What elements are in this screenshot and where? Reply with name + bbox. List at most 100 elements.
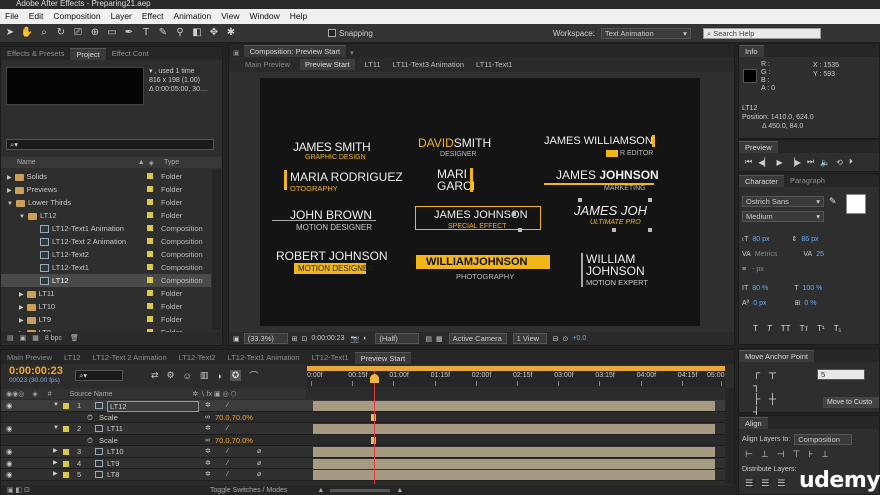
quality-icon[interactable]: ∕ <box>227 446 228 457</box>
nav-main-preview[interactable]: Main Preview <box>245 60 290 69</box>
project-item[interactable]: ▶ LT9 Folder <box>1 313 211 326</box>
lt-i-handle[interactable] <box>612 228 616 232</box>
frame-blending-icon[interactable]: ▥ <box>200 370 209 381</box>
chevron-right-icon[interactable]: ▶ <box>19 318 24 324</box>
tab-lt12-text1-animation[interactable]: LT12-Text1 Animation <box>222 352 306 364</box>
tab-info[interactable]: Info <box>739 45 764 57</box>
tab-move-anchor-point[interactable]: Move Anchor Point <box>739 350 814 362</box>
current-time-display[interactable]: 0:00:00:23 <box>311 335 344 342</box>
chevron-right-icon[interactable]: ▶ <box>53 458 58 469</box>
fast-previews-icon[interactable]: ▤ <box>425 335 432 343</box>
menu-window[interactable]: Window <box>245 9 285 24</box>
draft-3d-icon[interactable]: ⚙ <box>167 370 175 381</box>
eye-icon[interactable]: ◉ <box>6 400 13 411</box>
project-item[interactable]: ▶ Previews Folder <box>1 183 211 196</box>
workspace-dropdown[interactable]: Text Animation ▾ <box>600 27 691 39</box>
faux-italic-button[interactable]: T <box>767 324 772 333</box>
collapse-transform-icon[interactable]: ✲ <box>205 446 211 457</box>
tab-effects-presets[interactable]: Effects & Presets <box>1 48 70 60</box>
menu-animation[interactable]: Animation <box>168 9 216 24</box>
search-help-input[interactable]: ⌕ Search Help <box>702 27 821 39</box>
eraser-tool-icon[interactable]: ◧ <box>190 26 204 40</box>
chevron-right-icon[interactable]: ▶ <box>7 188 12 194</box>
label-color-swatch[interactable] <box>147 212 153 218</box>
nav-lt11-text3-animation[interactable]: LT11-Text3 Animation <box>393 60 464 69</box>
scale-value[interactable]: 70.0,70.0% <box>215 435 253 446</box>
timeline-scrollbar[interactable] <box>725 388 734 484</box>
zoom-in-icon[interactable]: ▲ <box>396 487 403 494</box>
move-to-custom-button[interactable]: Move to Custo <box>823 397 879 408</box>
exposure-value[interactable]: +0.0 <box>572 335 586 342</box>
tab-lt12-text1[interactable]: LT12-Text1 <box>306 352 355 364</box>
subscript-button[interactable]: T₁ <box>834 324 842 333</box>
rectangle-tool-icon[interactable]: ▭ <box>105 26 119 40</box>
align-bottom-icon[interactable]: ⊥ <box>821 449 829 460</box>
align-to-dropdown[interactable]: Composition <box>794 434 853 445</box>
align-top-icon[interactable]: ⊤ <box>793 449 801 460</box>
zoom-slider[interactable] <box>330 488 391 492</box>
lock-icon[interactable]: ▣ <box>229 49 244 57</box>
project-item[interactable]: ▶ LT11 Folder <box>1 287 211 300</box>
menu-help[interactable]: Help <box>285 9 312 24</box>
vertical-scale-value[interactable]: 80 % <box>752 281 768 296</box>
eye-icon[interactable]: ◉ <box>6 446 13 457</box>
tab-lt12[interactable]: LT12 <box>58 352 87 364</box>
chevron-down-icon[interactable]: ▾ <box>346 49 358 57</box>
fx-icon[interactable]: ⌀ <box>257 458 261 469</box>
layer-row[interactable]: ◉ ▶ 3 LT10 ✲ ∕ ⌀ <box>1 446 725 458</box>
resolution-dropdown[interactable]: (Half) <box>375 333 420 344</box>
roto-tool-icon[interactable]: ✥ <box>207 26 221 40</box>
view-layout-dropdown[interactable]: 1 View <box>512 333 547 344</box>
collapse-transform-icon[interactable]: ✲ <box>205 469 211 480</box>
first-frame-icon[interactable]: ⏮ <box>745 157 752 167</box>
project-item[interactable]: LT12-Text1 Composition <box>1 261 211 274</box>
chevron-down-icon[interactable]: ▼ <box>19 214 25 220</box>
distribute-vcenter-icon[interactable]: ☰ <box>761 478 769 489</box>
font-family-dropdown[interactable]: Ostrich Sans ▾ <box>742 196 824 207</box>
lt-i-handle[interactable] <box>648 198 652 202</box>
snapping-checkbox[interactable] <box>328 29 336 37</box>
column-type[interactable]: Type <box>164 159 179 166</box>
lt-i-handle[interactable] <box>648 228 652 232</box>
camera-snapshot-icon[interactable]: 📷 <box>350 335 359 343</box>
label-color-swatch[interactable] <box>147 251 153 257</box>
project-scrollbar[interactable] <box>212 170 221 330</box>
timeline-search-input[interactable]: ⌕▾ <box>75 370 123 381</box>
menu-file[interactable]: File <box>0 9 24 24</box>
zoom-out-icon[interactable]: ▲ <box>317 487 324 494</box>
tab-character[interactable]: Character <box>739 175 784 187</box>
mask-icon[interactable]: ⊡ <box>302 335 308 343</box>
distribute-bottom-icon[interactable]: ☰ <box>777 478 785 489</box>
shy-icon[interactable]: ☺ <box>183 371 192 381</box>
reset-exposure-icon[interactable]: ⊙ <box>563 335 569 343</box>
align-left-icon[interactable]: ⊢ <box>745 449 753 460</box>
layer-row[interactable]: ◉ ▼ 2 LT11 ✲ ∕ <box>1 423 725 435</box>
faux-bold-button[interactable]: T <box>753 324 758 333</box>
small-caps-button[interactable]: Tт <box>800 324 809 333</box>
layer-name[interactable]: LT11 <box>107 423 123 434</box>
chevron-right-icon[interactable]: ▼ <box>53 423 59 434</box>
loop-icon[interactable]: ⟲ <box>836 158 843 167</box>
tab-main-preview[interactable]: Main Preview <box>1 352 58 364</box>
menu-edit[interactable]: Edit <box>24 9 49 24</box>
column-source-name[interactable]: Source Name <box>70 391 113 398</box>
tab-preview-start[interactable]: Preview Start <box>354 352 412 364</box>
fx-icon[interactable]: ⌀ <box>257 469 261 480</box>
label-color-swatch[interactable] <box>147 277 153 283</box>
label-color-swatch[interactable] <box>63 472 69 478</box>
tab-align[interactable]: Align <box>739 417 768 429</box>
property-row[interactable]: ⏱ Scale ∞ 70.0,70.0% <box>1 434 725 446</box>
anchor-offset-input[interactable]: 5 <box>817 369 865 380</box>
label-color-swatch[interactable] <box>147 199 153 205</box>
chevron-right-icon[interactable]: ▶ <box>7 175 12 181</box>
pen-tool-icon[interactable]: ✒ <box>122 26 136 40</box>
toggle-pixel-icon[interactable]: ⊟ <box>553 335 559 343</box>
camera-tool-icon[interactable]: ⎚ <box>71 26 85 40</box>
prev-frame-icon[interactable]: ◀▏ <box>758 158 770 167</box>
label-color-swatch[interactable] <box>147 225 153 231</box>
chevron-right-icon[interactable]: ▶ <box>19 305 24 311</box>
tab-paragraph[interactable]: Paragraph <box>784 175 831 187</box>
font-size-value[interactable]: 80 px <box>752 232 769 247</box>
graph-editor-icon[interactable]: ⌒ <box>249 369 258 382</box>
selection-tool-icon[interactable]: ➤ <box>3 26 17 40</box>
